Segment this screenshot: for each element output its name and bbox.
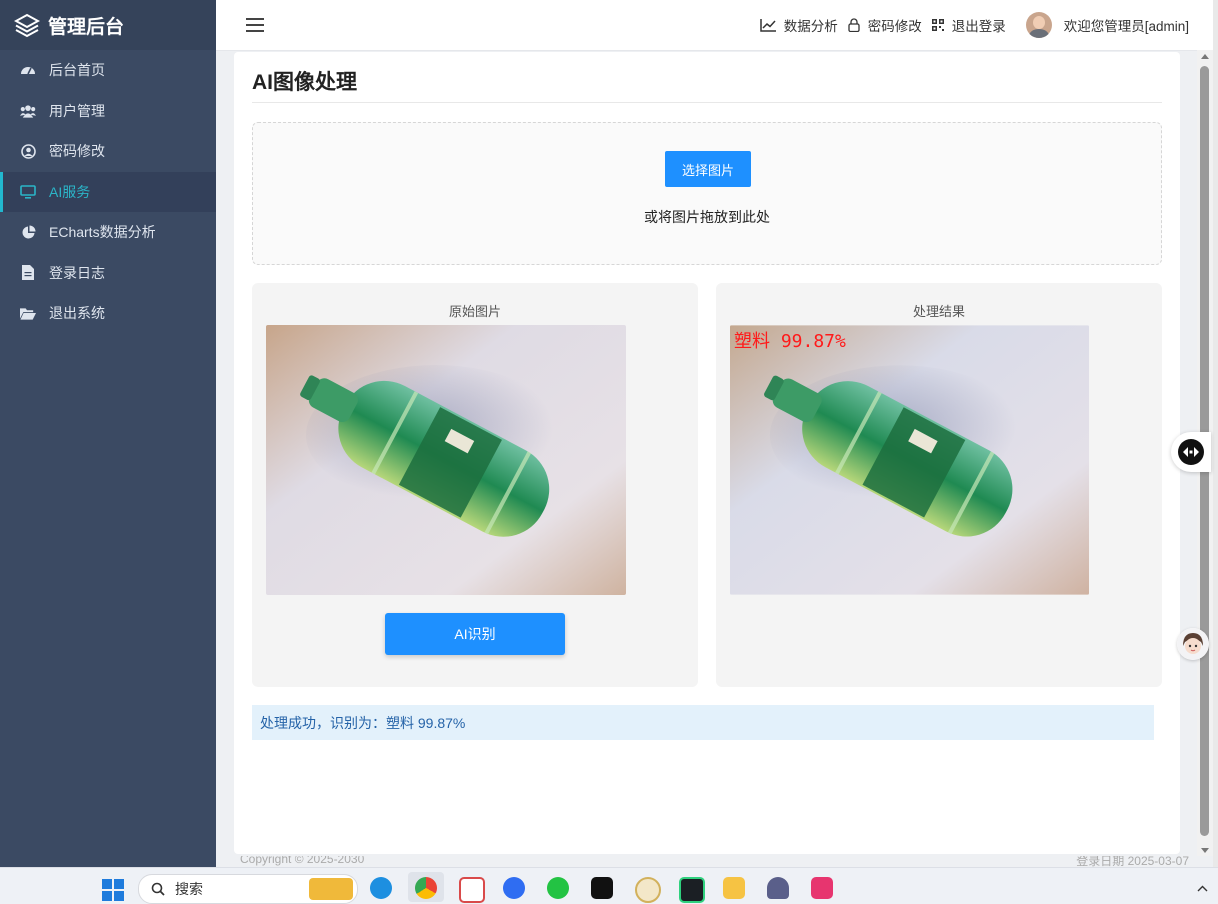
sidebar-item-label: AI服务 xyxy=(49,183,91,200)
qrcode-icon xyxy=(931,19,944,31)
line-chart-icon xyxy=(759,18,776,32)
snipping-tool-icon[interactable] xyxy=(459,877,485,903)
result-image: 塑料 99.87% xyxy=(730,325,1089,595)
logout-link[interactable]: 退出登录 xyxy=(931,15,1006,35)
dashboard-icon xyxy=(20,62,36,78)
pie-chart-icon xyxy=(20,224,36,240)
menu-toggle-icon[interactable] xyxy=(246,18,264,32)
app-paw-icon[interactable] xyxy=(635,877,661,903)
app-pink-icon[interactable] xyxy=(811,877,833,899)
select-image-button[interactable]: 选择图片 xyxy=(665,151,751,187)
floating-assistant-button[interactable] xyxy=(1171,432,1211,472)
assistant-icon xyxy=(1178,439,1204,465)
footer-copyright: Copyright © 2025-2030 xyxy=(240,856,365,866)
result-overlay-label: 塑料 99.87% xyxy=(734,331,846,352)
title-divider xyxy=(252,102,1162,103)
page-title: AI图像处理 xyxy=(252,71,357,94)
user-circle-icon xyxy=(20,143,36,159)
top-bar: 数据分析 密码修改 退出登录 欢迎您管理员[admin] xyxy=(216,0,1213,51)
change-password-link[interactable]: 密码修改 xyxy=(848,15,922,35)
sidebar-item-label: 密码修改 xyxy=(49,143,105,160)
sidebar-item-password[interactable]: 密码修改 xyxy=(0,131,216,172)
ai-recognize-button[interactable]: AI识别 xyxy=(385,613,565,655)
sidebar-item-logout[interactable]: 退出系统 xyxy=(0,293,216,334)
sidebar-item-echarts[interactable]: ECharts数据分析 xyxy=(0,212,216,253)
data-analysis-link[interactable]: 数据分析 xyxy=(759,15,838,35)
scroll-down-icon[interactable] xyxy=(1201,848,1209,853)
sidebar-item-label: 登录日志 xyxy=(49,264,105,281)
original-image xyxy=(266,325,626,595)
logo[interactable]: 管理后台 xyxy=(0,0,216,50)
users-icon xyxy=(20,103,36,119)
app-title: 管理后台 xyxy=(48,16,125,38)
sidebar-item-label: 退出系统 xyxy=(49,305,105,322)
windows-start-icon[interactable] xyxy=(102,879,124,901)
taskbar-search[interactable]: 搜索 xyxy=(138,874,358,904)
sidebar-menu: 后台首页 用户管理 密码修改 AI服务 ECharts数据分析 登录日志 退出系… xyxy=(0,50,216,334)
sidebar: 管理后台 后台首页 用户管理 密码修改 AI服务 ECharts数据分析 登录日… xyxy=(0,0,216,867)
sidebar-item-login-log[interactable]: 登录日志 xyxy=(0,253,216,294)
sidebar-item-home[interactable]: 后台首页 xyxy=(0,50,216,91)
search-icon xyxy=(151,882,165,896)
sidebar-item-label: 用户管理 xyxy=(49,102,105,119)
taskbar: 搜索 xyxy=(0,867,1218,904)
terminal-icon[interactable] xyxy=(679,877,705,903)
drop-hint: 或将图片拖放到此处 xyxy=(644,209,770,225)
layers-logo-icon xyxy=(14,13,40,38)
intellij-icon[interactable] xyxy=(591,877,613,899)
original-image-panel: 原始图片 AI识别 xyxy=(252,283,698,687)
data-analysis-label: 数据分析 xyxy=(783,19,838,34)
edge-browser-icon[interactable] xyxy=(370,877,392,899)
folder-open-icon xyxy=(20,305,36,321)
result-panel: 处理结果 塑料 99.87% xyxy=(716,283,1162,687)
status-message: 处理成功，识别为：塑料 99.87% xyxy=(252,705,1154,740)
app-cat-icon[interactable] xyxy=(767,877,789,899)
footer-login-date: 登录日期 2025-03-07 xyxy=(1076,856,1189,867)
top-right-links: 数据分析 密码修改 退出登录 欢迎您管理员[admin] xyxy=(750,0,1189,50)
sidebar-item-label: ECharts数据分析 xyxy=(49,224,156,241)
monitor-icon xyxy=(20,184,36,200)
wechat-icon[interactable] xyxy=(547,877,569,899)
chrome-browser-icon[interactable] xyxy=(415,877,437,899)
main-content: AI图像处理 选择图片 或将图片拖放到此处 原始图片 AI识别 处理结果 塑料 … xyxy=(234,52,1180,854)
footer: Copyright © 2025-2030 登录日期 2025-03-07 xyxy=(216,856,1213,867)
window-edge xyxy=(1213,0,1218,867)
app-circle-icon[interactable] xyxy=(503,877,525,899)
avatar[interactable] xyxy=(1025,12,1052,38)
sidebar-item-ai-service[interactable]: AI服务 xyxy=(0,171,216,212)
scroll-up-icon[interactable] xyxy=(1201,54,1209,59)
sidebar-item-label: 后台首页 xyxy=(49,62,105,79)
change-password-label: 密码修改 xyxy=(867,19,922,34)
file-icon xyxy=(20,265,36,281)
upload-dropzone[interactable]: 选择图片 或将图片拖放到此处 xyxy=(252,122,1162,265)
chevron-up-icon[interactable] xyxy=(1197,885,1208,892)
result-title: 处理结果 xyxy=(912,304,965,319)
search-highlight-icon xyxy=(309,878,353,900)
taskbar-search-label: 搜索 xyxy=(175,881,203,897)
sidebar-item-users[interactable]: 用户管理 xyxy=(0,91,216,132)
welcome-text[interactable]: 欢迎您管理员[admin] xyxy=(1064,15,1189,35)
file-explorer-icon[interactable] xyxy=(723,877,745,899)
floating-avatar-button[interactable] xyxy=(1177,628,1209,660)
logout-label: 退出登录 xyxy=(951,19,1006,34)
lock-icon xyxy=(848,18,860,32)
original-image-title: 原始图片 xyxy=(448,304,501,319)
